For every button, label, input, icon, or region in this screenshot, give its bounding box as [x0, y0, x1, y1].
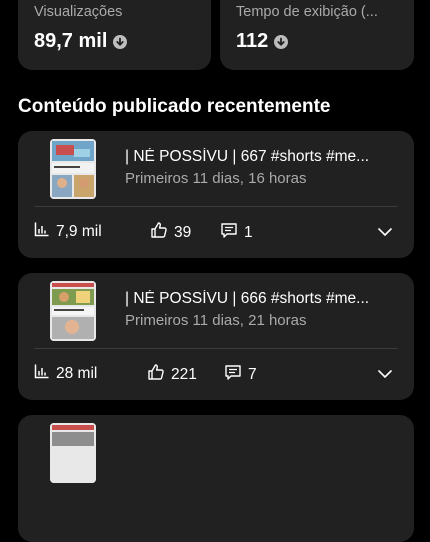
trend-down-icon: [274, 34, 289, 49]
video-period: Primeiros 11 dias, 21 horas: [125, 312, 307, 329]
views-stat-value: 89,7 mil: [34, 30, 108, 52]
likes-metric: 221: [147, 363, 197, 386]
video-title: | NÉ POSSÍVU | 666 #shorts #me...: [125, 290, 370, 307]
stats-row: Visualizações 89,7 mil Tempo de exibição…: [18, 0, 414, 70]
chevron-down-icon[interactable]: [376, 365, 394, 388]
views-stat-label: Visualizações: [34, 4, 123, 20]
comments-metric: 7: [224, 363, 257, 386]
video-card[interactable]: [18, 415, 414, 542]
video-metrics: 7,9 mil 39 1: [34, 221, 398, 243]
likes-metric: 39: [150, 221, 191, 244]
video-metrics: 28 mil 221 7: [34, 363, 398, 385]
thumbs-up-icon: [150, 221, 168, 244]
comment-icon: [220, 221, 238, 244]
comment-icon: [224, 363, 242, 386]
views-stat-value-row: 89,7 mil: [34, 30, 128, 53]
views-count: 28 mil: [56, 364, 98, 382]
chevron-down-icon[interactable]: [376, 223, 394, 246]
views-count: 7,9 mil: [56, 222, 102, 240]
thumbs-up-icon: [147, 363, 165, 386]
trend-down-icon: [113, 34, 128, 49]
video-title: | NÉ POSSÍVU | 667 #shorts #me...: [125, 148, 370, 165]
video-thumbnail[interactable]: [50, 139, 96, 199]
bar-chart-icon: [34, 363, 50, 384]
video-card[interactable]: | NÉ POSSÍVU | 667 #shorts #me... Primei…: [18, 131, 414, 258]
views-metric: 28 mil: [34, 363, 97, 384]
video-period: Primeiros 11 dias, 16 horas: [125, 170, 307, 187]
views-stat-card[interactable]: Visualizações 89,7 mil: [18, 0, 211, 70]
watch-time-stat-value: 112: [236, 30, 269, 52]
watch-time-stat-card[interactable]: Tempo de exibição (... 112: [220, 0, 414, 70]
divider: [34, 206, 398, 207]
comments-count: 7: [248, 365, 257, 383]
divider: [34, 348, 398, 349]
video-card[interactable]: | NÉ POSSÍVU | 666 #shorts #me... Primei…: [18, 273, 414, 400]
likes-count: 39: [174, 223, 192, 241]
watch-time-stat-label: Tempo de exibição (...: [236, 4, 378, 20]
comments-count: 1: [244, 223, 253, 241]
bar-chart-icon: [34, 221, 50, 242]
video-thumbnail[interactable]: [50, 281, 96, 341]
likes-count: 221: [171, 365, 197, 383]
video-thumbnail[interactable]: [50, 423, 96, 483]
section-title: Conteúdo publicado recentemente: [18, 96, 331, 117]
views-metric: 7,9 mil: [34, 221, 102, 242]
comments-metric: 1: [220, 221, 253, 244]
watch-time-stat-value-row: 112: [236, 30, 289, 53]
